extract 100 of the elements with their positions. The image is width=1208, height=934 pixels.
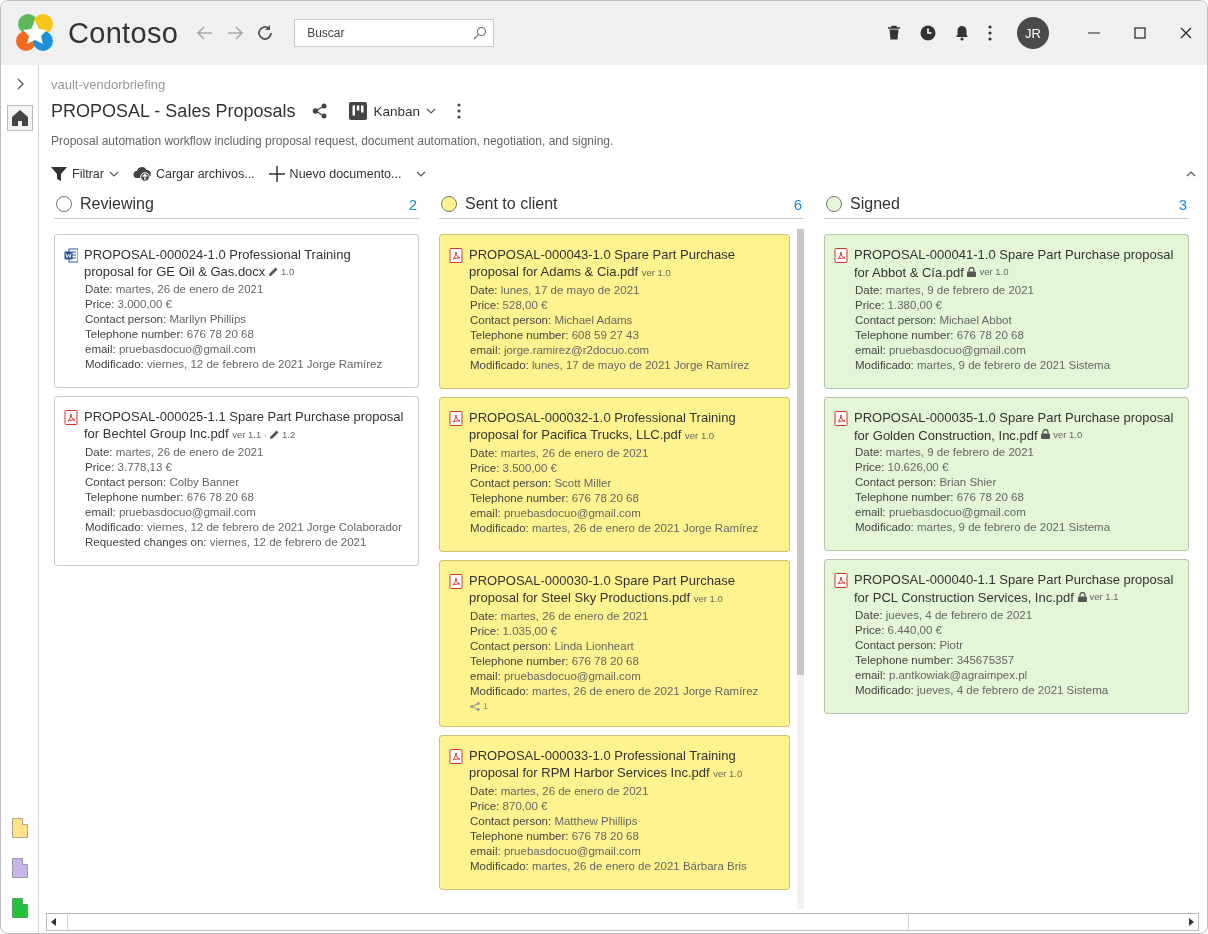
field-line: Date: martes, 26 de enero de 2021 bbox=[470, 609, 650, 624]
scroll-right-arrow-icon[interactable] bbox=[1188, 918, 1194, 926]
field-line: Contact person: Matthew Phillips bbox=[470, 814, 639, 829]
field-line: Telephone number: 676 78 20 68 bbox=[470, 491, 640, 506]
field-line: Modificado: jueves, 4 de febrero de 2021 Sistema bbox=[855, 682, 1110, 698]
field-line: email: pruebasdocuo@gmail.com bbox=[855, 505, 1027, 520]
field-line: Modificado: martes, 9 de febrero de 2021 Sistema bbox=[855, 357, 1112, 373]
pdf-file-icon bbox=[834, 248, 848, 263]
view-dropdown[interactable]: Kanban bbox=[345, 100, 440, 122]
field-line: Modificado: martes, 26 de enero de 2021 Bárbara Bris bbox=[470, 859, 748, 874]
field-line: email: pruebasdocuo@gmail.com bbox=[85, 505, 257, 520]
field-line: Contact person: Linda Lionheart bbox=[470, 639, 635, 654]
app-name: Contoso bbox=[68, 16, 179, 50]
field-line: Contact person: Scott Miller bbox=[470, 476, 613, 491]
field-line: Price: 1.380,00 € bbox=[855, 297, 943, 313]
field-line: Price: 870,00 € bbox=[470, 799, 549, 814]
column-count: 6 bbox=[793, 195, 802, 213]
field-line: Telephone number: 345675357 bbox=[855, 652, 1016, 668]
field-line: Telephone number: 676 78 20 68 bbox=[470, 654, 640, 669]
maximize-icon[interactable] bbox=[1131, 24, 1149, 42]
field-line: Price: 3.500,00 € bbox=[470, 461, 558, 476]
field-line: Telephone number: 676 78 20 68 bbox=[855, 327, 1025, 343]
card-title: PROPOSAL-000032-1.0 Professional Training proposal for Pacifica Trucks, LLC.pdf ver 1.0 bbox=[469, 409, 737, 444]
scroll-left-arrow-icon[interactable] bbox=[51, 918, 57, 926]
horizontal-scrollbar[interactable] bbox=[46, 913, 1199, 931]
search-field[interactable]: Buscar bbox=[294, 19, 495, 47]
field-line: Price: 10.626,00 € bbox=[855, 460, 950, 475]
new-document-button[interactable]: Nuevo documento... bbox=[266, 164, 429, 184]
document-card[interactable] bbox=[54, 396, 419, 566]
upload-button[interactable]: Cargar archivos... bbox=[130, 164, 257, 184]
field-line: Modificado: martes, 26 de enero de 2021 Jorge Ramírez bbox=[470, 521, 760, 536]
edit-version-label: 1.0 bbox=[280, 265, 295, 279]
field-line: Telephone number: 676 78 20 68 bbox=[85, 490, 255, 505]
version-label: ver 1.0 bbox=[685, 429, 715, 443]
field-line: Date: martes, 9 de febrero de 2021 bbox=[855, 282, 1035, 298]
field-line: Contact person: Michael Abbot bbox=[855, 312, 1013, 328]
card-title: PROPOSAL-000041-1.0 Spare Part Purchase proposal for Abbot & Cía.pdf ver 1.0 bbox=[854, 246, 1174, 281]
field-line: Modificado: martes, 26 de enero de 2021 Jorge Ramírez bbox=[470, 684, 760, 699]
pdf-file-icon bbox=[449, 749, 463, 764]
kanban-icon bbox=[349, 102, 368, 120]
pdf-file-icon bbox=[449, 248, 463, 263]
version-label: ver 1.0 bbox=[979, 265, 1009, 279]
card-title: PROPOSAL-000035-1.0 Spare Part Purchase proposal for Golden Construction, Inc.pdf ver 1.0 bbox=[854, 408, 1174, 443]
field-line: Contact person: Brian Shier bbox=[855, 475, 998, 490]
field-line: Telephone number: 676 78 20 68 bbox=[855, 490, 1025, 505]
field-line: email: pruebasdocuo@gmail.com bbox=[85, 342, 257, 357]
field-line: Price: 6.440,00 € bbox=[855, 622, 943, 638]
edit-version-label: 1.2 bbox=[282, 428, 296, 442]
document-card[interactable] bbox=[439, 234, 790, 389]
field-line: Telephone number: 676 78 20 68 bbox=[470, 829, 640, 844]
caret-icon bbox=[426, 108, 436, 114]
document-card[interactable] bbox=[824, 559, 1189, 714]
version-label: ver 1.0 bbox=[1053, 427, 1083, 442]
vertical-scrollbar[interactable] bbox=[797, 229, 804, 909]
card-title: PROPOSAL-000033-1.0 Professional Training proposal for RPM Harbor Services Inc.pdf ver 1.0 bbox=[469, 747, 744, 782]
page-title: PROPOSAL - Sales Proposals bbox=[51, 100, 296, 122]
version-label: ver 1.0 bbox=[641, 266, 671, 280]
document-card[interactable] bbox=[824, 396, 1189, 551]
page-description: Proposal automation workflow including proposal request, document automation, negotiation, and signing. bbox=[51, 134, 615, 148]
field-line: email: pruebasdocuo@gmail.com bbox=[470, 506, 642, 521]
field-line: Telephone number: 608 59 27 43 bbox=[470, 328, 640, 343]
document-card[interactable] bbox=[439, 397, 790, 552]
field-line: Requested changes on: viernes, 12 de febrero de 2021 bbox=[85, 535, 368, 550]
document-card[interactable] bbox=[439, 560, 790, 727]
word-file-icon bbox=[64, 248, 78, 263]
field-line: email: p.antkowiak@agraimpex.pl bbox=[855, 667, 1029, 683]
field-line: Modificado: martes, 9 de febrero de 2021 Sistema bbox=[855, 520, 1112, 535]
field-line: Contact person: Marilyn Phillips bbox=[85, 312, 248, 327]
user-avatar[interactable]: JR bbox=[1017, 17, 1049, 49]
search-icon bbox=[473, 26, 488, 40]
version-label: ver 1.0 bbox=[713, 767, 743, 781]
card-title: PROPOSAL-000040-1.1 Spare Part Purchase proposal for PCL Construction Services, Inc.pdf ver 1.1 bbox=[854, 571, 1174, 606]
field-line: Date: martes, 26 de enero de 2021 bbox=[470, 446, 650, 461]
card-title: PROPOSAL-000025-1.1 Spare Part Purchase proposal for Bechtel Group Inc.pdf ver 1.1 · 1.2 bbox=[84, 408, 404, 443]
field-line: email: jorge.ramirez@r2docuo.com bbox=[470, 343, 651, 358]
card-title: PROPOSAL-000030-1.0 Spare Part Purchase proposal for Steel Sky Productions.pdf ver 1.0 bbox=[469, 572, 736, 607]
field-line: Date: martes, 26 de enero de 2021 bbox=[85, 445, 265, 460]
field-line: Price: 1.035,00 € bbox=[470, 624, 558, 639]
version-label: ver 1.1 bbox=[1089, 590, 1119, 604]
cloud-upload-icon bbox=[132, 166, 151, 182]
column-title: Sent to client bbox=[465, 195, 558, 213]
filter-button[interactable]: Filtrar bbox=[49, 164, 121, 184]
share-count: 1 bbox=[483, 701, 488, 711]
pdf-file-icon bbox=[834, 573, 848, 588]
card-title: PROPOSAL-000043-1.0 Spare Part Purchase proposal for Adams & Cia.pdf ver 1.0 bbox=[469, 246, 736, 281]
version-label: ver 1.0 bbox=[693, 592, 723, 606]
column-count: 2 bbox=[408, 195, 417, 213]
home-button[interactable] bbox=[6, 105, 33, 131]
document-card[interactable] bbox=[824, 234, 1189, 389]
field-line: Contact person: Michael Adams bbox=[470, 313, 634, 328]
pencil-icon bbox=[270, 430, 279, 439]
field-line: Telephone number: 676 78 20 68 bbox=[85, 327, 255, 342]
field-line: Modificado: viernes, 12 de febrero de 2021 Jorge Ramírez bbox=[85, 357, 384, 372]
field-line: Contact person: Colby Banner bbox=[85, 475, 241, 490]
pdf-file-icon bbox=[64, 410, 78, 425]
field-line: Price: 528,00 € bbox=[470, 298, 549, 313]
document-card[interactable] bbox=[54, 234, 419, 388]
document-card[interactable] bbox=[439, 735, 790, 890]
share-icon bbox=[470, 701, 480, 711]
filter-icon bbox=[51, 166, 67, 182]
